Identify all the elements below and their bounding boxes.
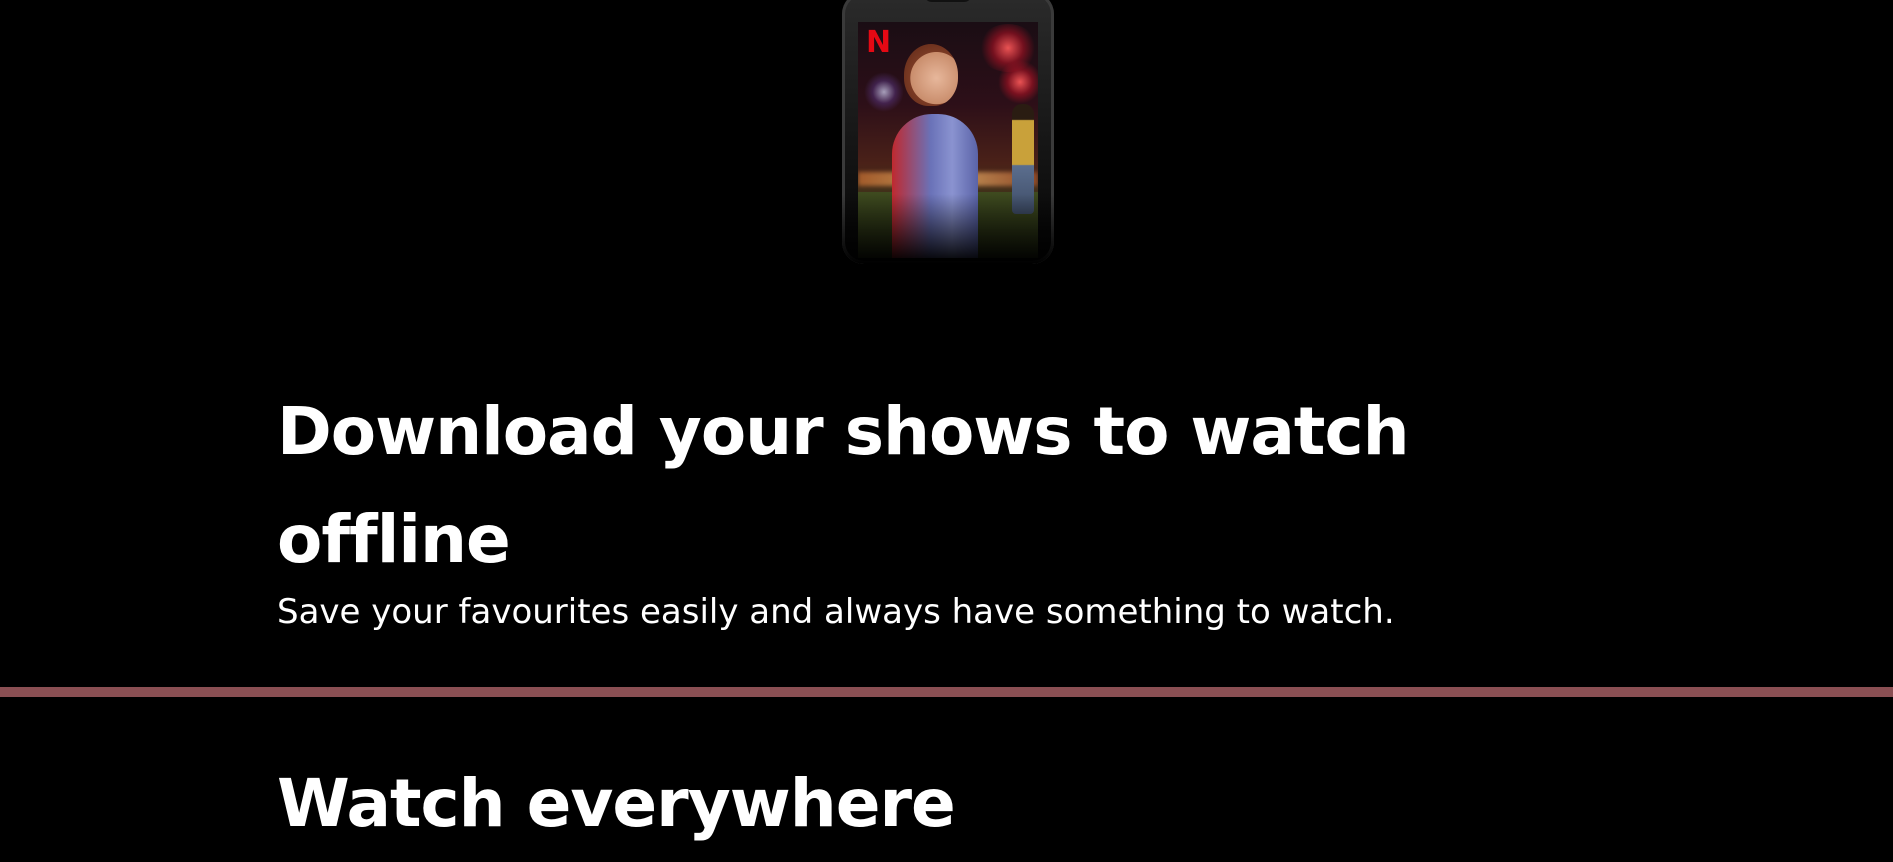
watch-everywhere-title: Watch everywhere bbox=[277, 765, 956, 842]
page: N Download your shows to watch offline S… bbox=[0, 0, 1893, 862]
download-section-description: Save your favourites easily and always h… bbox=[277, 592, 1395, 632]
character-head bbox=[904, 44, 958, 106]
phone-fade-overlay bbox=[842, 194, 1054, 264]
phone-mockup-image: N bbox=[842, 0, 1054, 264]
firework-decoration bbox=[864, 72, 904, 112]
section-divider bbox=[0, 687, 1893, 697]
phone-notch bbox=[924, 0, 972, 2]
brand-logo-icon: N bbox=[866, 25, 892, 60]
firework-decoration bbox=[998, 60, 1038, 104]
download-section-title: Download your shows to watch offline bbox=[277, 393, 1410, 578]
download-feature-section: Download your shows to watch offline Sav… bbox=[277, 378, 1577, 636]
